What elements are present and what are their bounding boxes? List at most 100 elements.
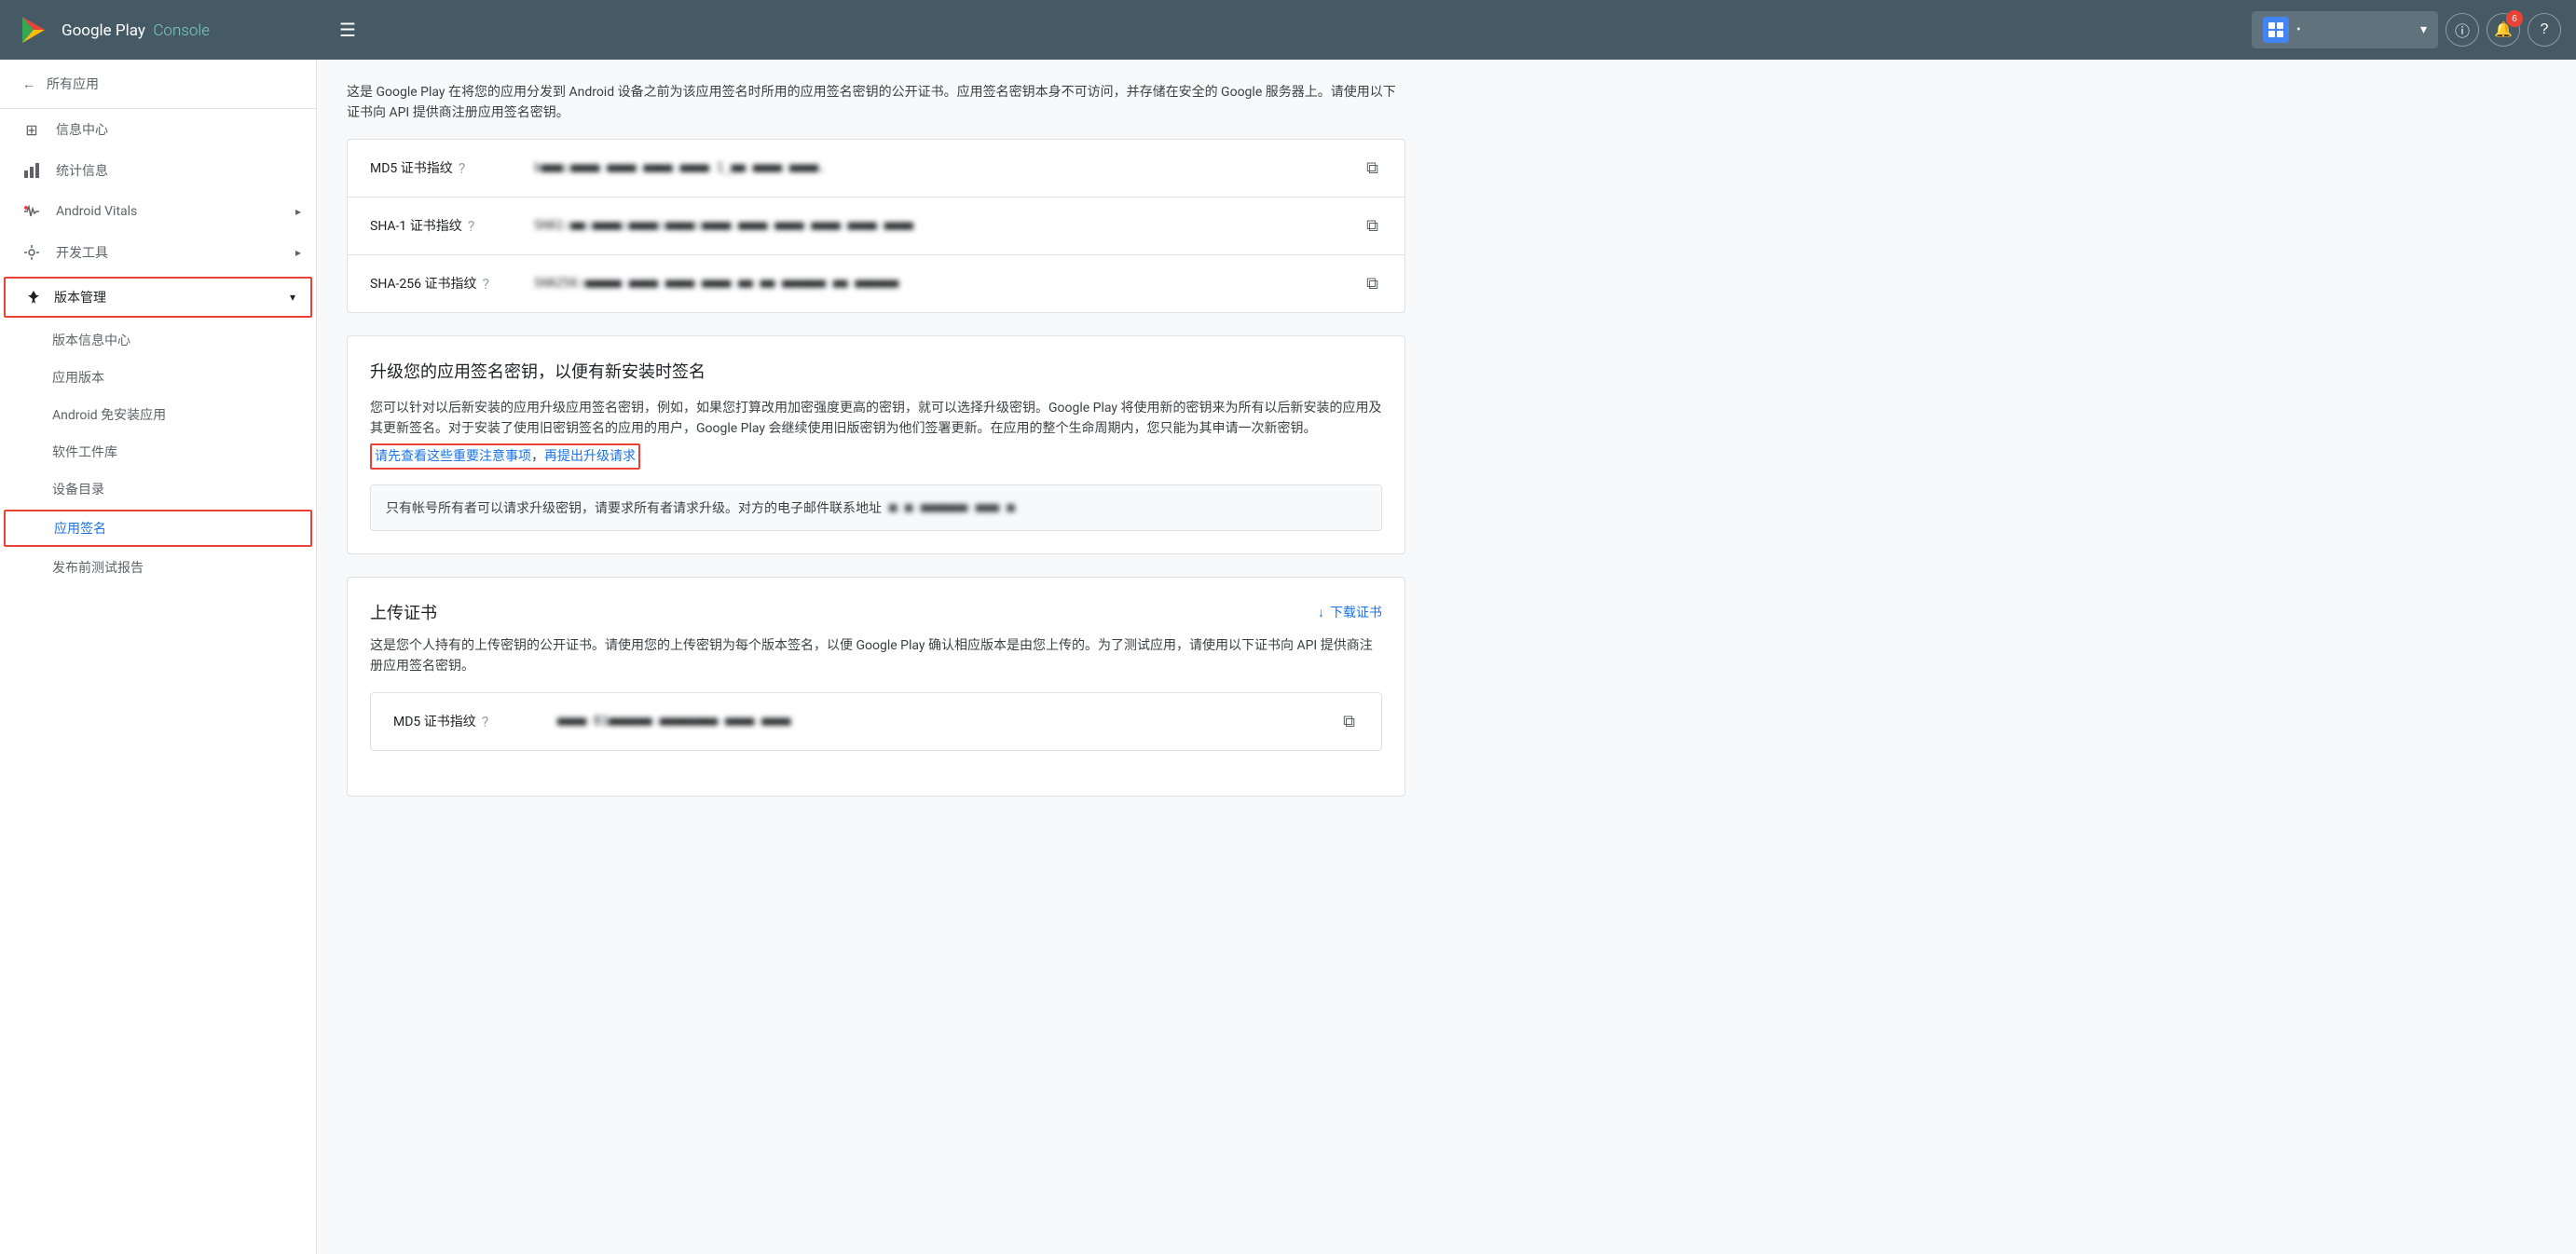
sha256-copy-button[interactable]: ⧉ <box>1363 270 1382 297</box>
sidebar-sub-artifact-library[interactable]: 软件工件库 <box>0 433 316 470</box>
app-selector[interactable]: • ▾ <box>2252 11 2438 48</box>
md5-value: b■■■:■■■■ ■■■■ ■■■■ ■■■■ 1_■■ ■■■■ ■■■■. <box>534 161 1348 175</box>
cert-section: MD5 证书指纹 ? b■■■:■■■■ ■■■■ ■■■■ ■■■■ 1_■■… <box>347 139 1405 313</box>
cert-row-md5: MD5 证书指纹 ? b■■■:■■■■ ■■■■ ■■■■ ■■■■ 1_■■… <box>348 140 1404 198</box>
sidebar-back-button[interactable]: ← 所有应用 <box>0 60 316 109</box>
sidebar-sub-artifact-library-label: 软件工件库 <box>52 443 117 461</box>
notification-button[interactable]: 🔔 6 <box>2487 13 2520 47</box>
sidebar-sub-instant-apps-label: Android 免安装应用 <box>52 405 166 424</box>
vitals-expand-icon: ▸ <box>295 205 301 218</box>
sidebar-item-devtools-label: 开发工具 <box>56 243 108 262</box>
vitals-icon <box>22 202 41 221</box>
hamburger-button[interactable]: ☰ <box>332 11 363 49</box>
sidebar-sub-release-dashboard-label: 版本信息中心 <box>52 331 130 349</box>
upgrade-section: 升级您的应用签名密钥，以便有新安装时签名 您可以针对以后新安装的应用升级应用签名… <box>347 335 1405 554</box>
download-cert-label: 下载证书 <box>1330 603 1382 621</box>
upgrade-link-request[interactable]: 再提出升级请求 <box>544 449 636 464</box>
app-icon <box>2263 17 2289 43</box>
sidebar-item-vitals[interactable]: Android Vitals ▸ <box>0 191 316 232</box>
md5-label-text: MD5 证书指纹 <box>370 158 453 177</box>
upload-md5-value: ■■■■ B1■■■■■■ ■■■■■■■■ ■■■■ ■■■■ <box>557 715 1324 729</box>
upload-desc: 这是您个人持有的上传密钥的公开证书。请使用您的上传密钥为每个版本签名，以便 Go… <box>370 635 1382 677</box>
sidebar: ← 所有应用 ⊞ 信息中心 统计信息 <box>0 60 317 1254</box>
sha1-help-icon[interactable]: ? <box>468 217 475 235</box>
upload-title: 上传证书 <box>370 600 437 624</box>
md5-label: MD5 证书指纹 ? <box>370 158 519 177</box>
sidebar-sub-pre-launch[interactable]: 发布前测试报告 <box>0 549 316 586</box>
logo-google-play: Google Play <box>62 21 145 40</box>
back-arrow-icon: ← <box>22 76 35 92</box>
upload-header: 上传证书 ↓ 下载证书 <box>370 600 1382 624</box>
cert-row-sha1: SHA-1 证书指纹 ? SHA1:■■:■■■■:■■■■:■■■■:■■■■… <box>348 198 1404 255</box>
sha1-label-text: SHA-1 证书指纹 <box>370 216 462 235</box>
app-selector-arrow: ▾ <box>2420 22 2427 37</box>
sidebar-sub-pre-launch-label: 发布前测试报告 <box>52 558 144 577</box>
upgrade-info-prefix: 只有帐号所有者可以请求升级密钥，请要求所有者请求升级。对方的电子邮件联系地址 <box>386 498 882 517</box>
md5-help-icon[interactable]: ? <box>459 159 466 177</box>
download-cert-button[interactable]: ↓ 下载证书 <box>1318 603 1382 621</box>
sidebar-item-stats[interactable]: 统计信息 <box>0 150 316 191</box>
sidebar-sub-app-version[interactable]: 应用版本 <box>0 359 316 396</box>
upload-section: 上传证书 ↓ 下载证书 这是您个人持有的上传密钥的公开证书。请使用您的上传密钥为… <box>347 577 1405 797</box>
sidebar-sub-app-version-label: 应用版本 <box>52 368 104 387</box>
dashboard-icon: ⊞ <box>22 120 41 139</box>
md5-copy-button[interactable]: ⧉ <box>1363 155 1382 182</box>
devtools-expand-icon: ▸ <box>295 246 301 259</box>
upload-md5-label-text: MD5 证书指纹 <box>393 712 476 730</box>
help-button[interactable]: ? <box>2528 13 2561 47</box>
logo-text: Google Play Console <box>62 20 210 40</box>
sidebar-item-devtools[interactable]: 开发工具 ▸ <box>0 232 316 273</box>
stats-icon <box>22 161 41 180</box>
sidebar-sub-app-signing[interactable]: 应用签名 <box>4 510 312 547</box>
sha1-copy-button[interactable]: ⧉ <box>1363 212 1382 239</box>
info-button[interactable]: ⓘ <box>2446 13 2479 47</box>
devtools-icon <box>22 243 41 262</box>
sha256-help-icon[interactable]: ? <box>483 275 490 293</box>
header-logo: Google Play Console <box>15 11 332 48</box>
sha1-value: SHA1:■■:■■■■:■■■■:■■■■:■■■■ ■■■■ ■■■■ ■■… <box>534 219 1348 233</box>
release-mgmt-expand-icon: ▾ <box>290 291 295 304</box>
app-name: • <box>2296 22 2301 37</box>
sidebar-sub-instant-apps[interactable]: Android 免安装应用 <box>0 396 316 433</box>
notification-badge: 6 <box>2506 10 2523 27</box>
sidebar-sub-device-catalog[interactable]: 设备目录 <box>0 470 316 508</box>
upgrade-info-box: 只有帐号所有者可以请求升级密钥，请要求所有者请求升级。对方的电子邮件联系地址 ■… <box>370 484 1382 531</box>
content-area: 这是 Google Play 在将您的应用分发到 Android 设备之前为该应… <box>317 60 2576 1254</box>
release-mgmt-icon <box>24 288 43 307</box>
sha256-label: SHA-256 证书指纹 ? <box>370 274 519 293</box>
sha256-value: SHA256:■■■■■ ■■■■ ■■■■ ■■■■ ■■ ■■ ■■■■■■… <box>534 277 1348 291</box>
main-layout: ← 所有应用 ⊞ 信息中心 统计信息 <box>0 60 2576 1254</box>
upload-cert-row-md5: MD5 证书指纹 ? ■■■■ B1■■■■■■ ■■■■■■■■ ■■■■ ■… <box>371 693 1381 750</box>
cert-row-sha256: SHA-256 证书指纹 ? SHA256:■■■■■ ■■■■ ■■■■ ■■… <box>348 255 1404 312</box>
upgrade-desc-text: 您可以针对以后新安装的应用升级应用签名密钥，例如，如果您打算改用加密强度更高的密… <box>370 401 1382 436</box>
intro-text: 这是 Google Play 在将您的应用分发到 Android 设备之前为该应… <box>347 82 1405 139</box>
header-right: • ▾ ⓘ 🔔 6 ? <box>2252 11 2561 48</box>
upgrade-title: 升级您的应用签名密钥，以便有新安装时签名 <box>370 359 1382 383</box>
upgrade-desc: 您可以针对以后新安装的应用升级应用签名密钥，例如，如果您打算改用加密强度更高的密… <box>370 398 1382 470</box>
sidebar-release-mgmt[interactable]: 版本管理 ▾ <box>4 277 312 318</box>
header-main: ☰ <box>332 11 2252 49</box>
sidebar-sub-release-dashboard[interactable]: 版本信息中心 <box>0 321 316 359</box>
sha256-label-text: SHA-256 证书指纹 <box>370 274 477 293</box>
sidebar-back-label: 所有应用 <box>47 75 99 93</box>
logo-console: Console <box>153 21 210 40</box>
upgrade-info-email: ■ ■ ■■■■■■ ■■■ ■ <box>889 500 1015 515</box>
sha1-label: SHA-1 证书指纹 ? <box>370 216 519 235</box>
play-store-logo-icon <box>15 11 52 48</box>
sidebar-item-vitals-label: Android Vitals <box>56 204 137 219</box>
upload-md5-label: MD5 证书指纹 ? <box>393 712 542 730</box>
sidebar-release-mgmt-label: 版本管理 <box>54 288 106 307</box>
upload-md5-copy-button[interactable]: ⧉ <box>1339 708 1359 735</box>
upgrade-link-notes[interactable]: 请先查看这些重要注意事项 <box>375 449 531 464</box>
upload-cert-section: MD5 证书指纹 ? ■■■■ B1■■■■■■ ■■■■■■■■ ■■■■ ■… <box>370 692 1382 751</box>
info-icon: ⓘ <box>2455 19 2470 41</box>
sidebar-item-dashboard-label: 信息中心 <box>56 120 108 139</box>
content-inner: 这是 Google Play 在将您的应用分发到 Android 设备之前为该应… <box>317 60 1435 841</box>
sidebar-sub-device-catalog-label: 设备目录 <box>52 480 104 498</box>
upgrade-links-highlighted: 请先查看这些重要注意事项，再提出升级请求 <box>370 443 640 470</box>
sidebar-item-dashboard[interactable]: ⊞ 信息中心 <box>0 109 316 150</box>
top-header: Google Play Console ☰ • ▾ ⓘ 🔔 6 <box>0 0 2576 60</box>
help-icon: ? <box>2541 21 2549 38</box>
download-icon: ↓ <box>1318 605 1324 620</box>
upload-md5-help-icon[interactable]: ? <box>482 713 489 730</box>
